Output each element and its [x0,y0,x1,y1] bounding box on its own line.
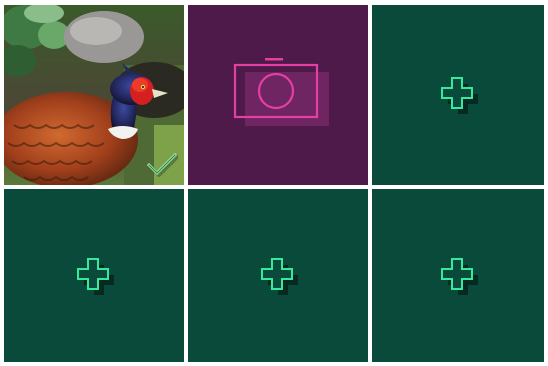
photo-tile-pheasant[interactable] [4,5,184,185]
plus-icon [77,257,114,295]
add-photo-tile[interactable] [372,189,544,362]
plus-icon [441,77,478,114]
camera-icon [233,58,329,126]
add-photo-tile[interactable] [4,189,184,362]
camera-tile[interactable] [188,5,368,185]
add-photo-tile[interactable] [188,189,368,362]
plus-icon [261,257,298,295]
add-photo-tile[interactable] [372,5,544,185]
plus-icon [441,257,478,295]
photo-grid [0,0,548,366]
selected-check-icon [146,152,178,177]
